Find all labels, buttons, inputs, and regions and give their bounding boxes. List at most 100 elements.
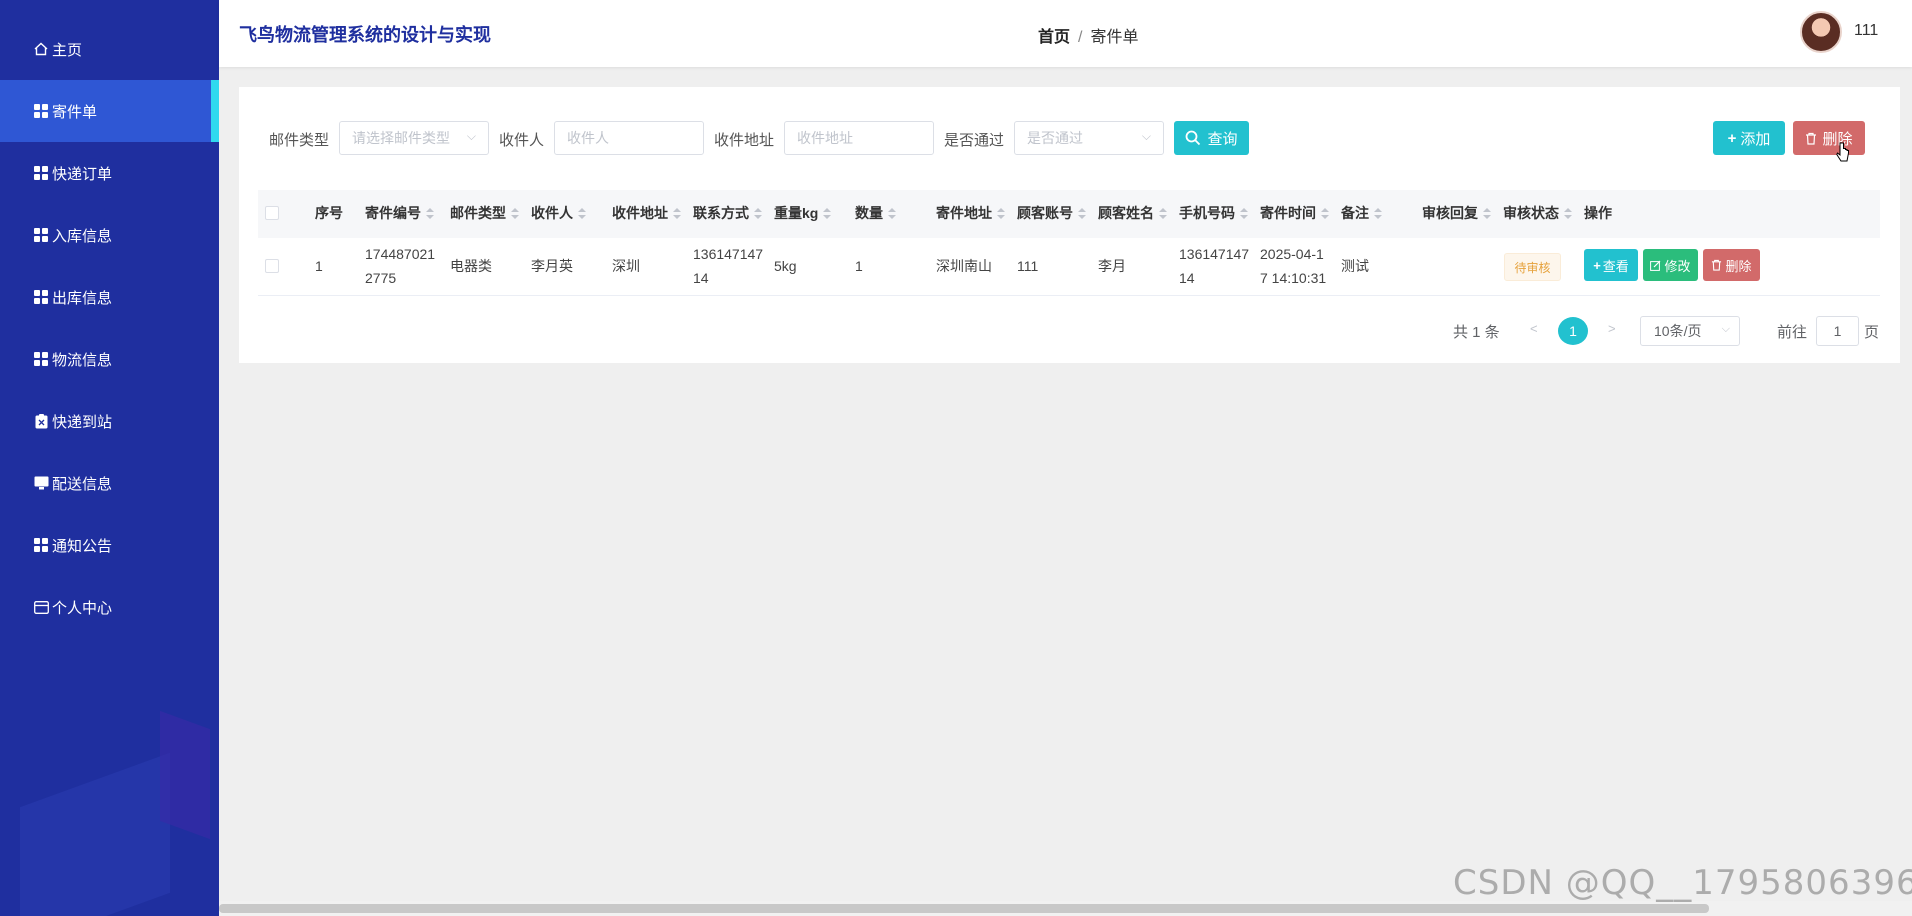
col-header-time[interactable]: 寄件时间 (1260, 203, 1329, 223)
username[interactable]: 111 (1854, 22, 1878, 40)
trash-icon (1712, 259, 1722, 271)
cell-recipient: 李月英 (531, 258, 573, 274)
col-header-address[interactable]: 收件地址 (612, 203, 681, 223)
card-icon (33, 599, 49, 615)
grid-icon (33, 103, 49, 119)
col-header-quantity[interactable]: 数量 (855, 203, 896, 223)
batch-delete-button[interactable]: 删除 (1793, 121, 1865, 155)
col-header-phone[interactable]: 手机号码 (1179, 203, 1248, 223)
scrollbar-thumb[interactable] (219, 904, 1709, 913)
sidebar-item-label: 快递到站 (52, 413, 113, 431)
sidebar-item-outbound[interactable]: 出库信息 (0, 266, 219, 328)
next-page-button[interactable]: > (1608, 321, 1616, 336)
add-button[interactable]: + 添加 (1713, 121, 1785, 155)
chevron-down-icon: ⌵ (466, 129, 476, 143)
select-all-checkbox[interactable] (265, 206, 279, 220)
sort-icon (823, 208, 832, 220)
chevron-down-icon: ⌵ (1721, 323, 1730, 335)
address-input[interactable]: 收件地址 (784, 121, 934, 155)
sidebar-item-label: 出库信息 (52, 289, 113, 307)
breadcrumb-home[interactable]: 首页 (1038, 29, 1070, 46)
plus-icon: + (1593, 257, 1601, 273)
sort-icon (754, 208, 762, 220)
sidebar-item-profile[interactable]: 个人中心 (0, 576, 219, 638)
cell-contact: 136147147 14 (693, 246, 764, 286)
trash-icon (1806, 132, 1817, 145)
cell-account: 111 (1017, 258, 1039, 274)
recipient-label: 收件人 (499, 132, 545, 149)
col-header-contact[interactable]: 联系方式 (693, 203, 762, 223)
page-size-select[interactable]: 10条/页 ⌵ (1640, 316, 1740, 346)
col-header-status[interactable]: 审核状态 (1503, 203, 1572, 223)
sort-icon (997, 208, 1005, 220)
sort-icon (1321, 208, 1329, 220)
sidebar-item-express-orders[interactable]: 快递订单 (0, 142, 219, 204)
app-title: 飞鸟物流管理系统的设计与实现 (239, 25, 491, 45)
sort-icon (1078, 208, 1086, 220)
sidebar-item-label: 快递订单 (52, 165, 113, 183)
top-header: 飞鸟物流管理系统的设计与实现 首页 / 寄件单 111 (219, 0, 1912, 67)
sort-icon (1564, 208, 1572, 220)
approved-placeholder: 是否通过 (1027, 130, 1083, 146)
edit-icon (1650, 260, 1661, 271)
cell-mail-type: 电器类 (450, 258, 492, 274)
approved-select[interactable]: 是否通过 ⌵ (1014, 121, 1164, 155)
col-header-from-address[interactable]: 寄件地址 (936, 203, 1005, 223)
search-button[interactable]: 查询 (1174, 121, 1249, 155)
recipient-input[interactable]: 收件人 (554, 121, 704, 155)
sort-icon (1374, 208, 1382, 220)
sidebar-item-notices[interactable]: 通知公告 (0, 514, 219, 576)
edit-button[interactable]: 修改 (1643, 249, 1698, 281)
col-header-account[interactable]: 顾客账号 (1017, 203, 1086, 223)
search-button-label: 查询 (1207, 130, 1238, 148)
address-placeholder: 收件地址 (797, 130, 853, 146)
sidebar-item-label: 个人中心 (52, 599, 113, 617)
col-header-reply[interactable]: 审核回复 (1422, 203, 1491, 223)
cell-index: 1 (315, 258, 323, 274)
grid-icon (33, 351, 49, 367)
row-checkbox[interactable] (265, 259, 279, 273)
breadcrumb-current: 寄件单 (1090, 29, 1139, 46)
sidebar-item-home[interactable]: 主页 (0, 18, 219, 80)
col-header-recipient[interactable]: 收件人 (531, 203, 586, 223)
sidebar-item-send-orders[interactable]: 寄件单 (0, 80, 219, 142)
cell-from-address: 深圳南山 (936, 258, 992, 274)
avatar[interactable] (1800, 11, 1842, 53)
address-label: 收件地址 (714, 132, 775, 149)
grid-icon (33, 537, 49, 553)
col-header-actions: 操作 (1584, 205, 1612, 221)
col-header-customer-name[interactable]: 顾客姓名 (1098, 203, 1167, 223)
cell-address: 深圳 (612, 258, 640, 274)
sidebar-item-arrivals[interactable]: 快递到站 (0, 390, 219, 452)
col-header-mail-type[interactable]: 邮件类型 (450, 203, 519, 223)
sidebar-item-label: 寄件单 (52, 103, 98, 121)
sidebar-item-label: 通知公告 (52, 537, 113, 555)
sort-icon (511, 208, 519, 220)
sidebar-decoration (20, 752, 170, 916)
col-header-remark[interactable]: 备注 (1341, 203, 1382, 223)
sidebar-item-label: 物流信息 (52, 351, 113, 369)
page-unit-label: 页 (1864, 324, 1880, 341)
sidebar-item-label: 入库信息 (52, 227, 113, 245)
cell-number: 174487021 2775 (365, 246, 436, 286)
row-delete-button[interactable]: 删除 (1703, 249, 1760, 281)
grid-icon (33, 227, 49, 243)
sidebar-item-logistics[interactable]: 物流信息 (0, 328, 219, 390)
chevron-down-icon: ⌵ (1141, 129, 1151, 143)
sidebar-item-delivery[interactable]: 配送信息 (0, 452, 219, 514)
sort-icon (888, 208, 896, 220)
view-button[interactable]: + 查看 (1584, 249, 1638, 281)
sort-icon (1240, 208, 1248, 220)
sidebar-item-label: 主页 (52, 41, 83, 59)
prev-page-button[interactable]: < (1530, 321, 1538, 336)
pagination-total: 共 1 条 (1453, 324, 1500, 341)
mail-type-placeholder: 请选择邮件类型 (352, 130, 450, 146)
page-1-button[interactable]: 1 (1558, 317, 1588, 345)
sidebar-item-inbound[interactable]: 入库信息 (0, 204, 219, 266)
col-header-weight[interactable]: 重量kg (774, 203, 832, 223)
horizontal-scrollbar[interactable] (219, 901, 1912, 916)
status-badge: 待审核 (1504, 253, 1561, 281)
col-header-number[interactable]: 寄件编号 (365, 203, 434, 223)
mail-type-select[interactable]: 请选择邮件类型 ⌵ (339, 121, 489, 155)
goto-page-input[interactable]: 1 (1816, 316, 1859, 346)
